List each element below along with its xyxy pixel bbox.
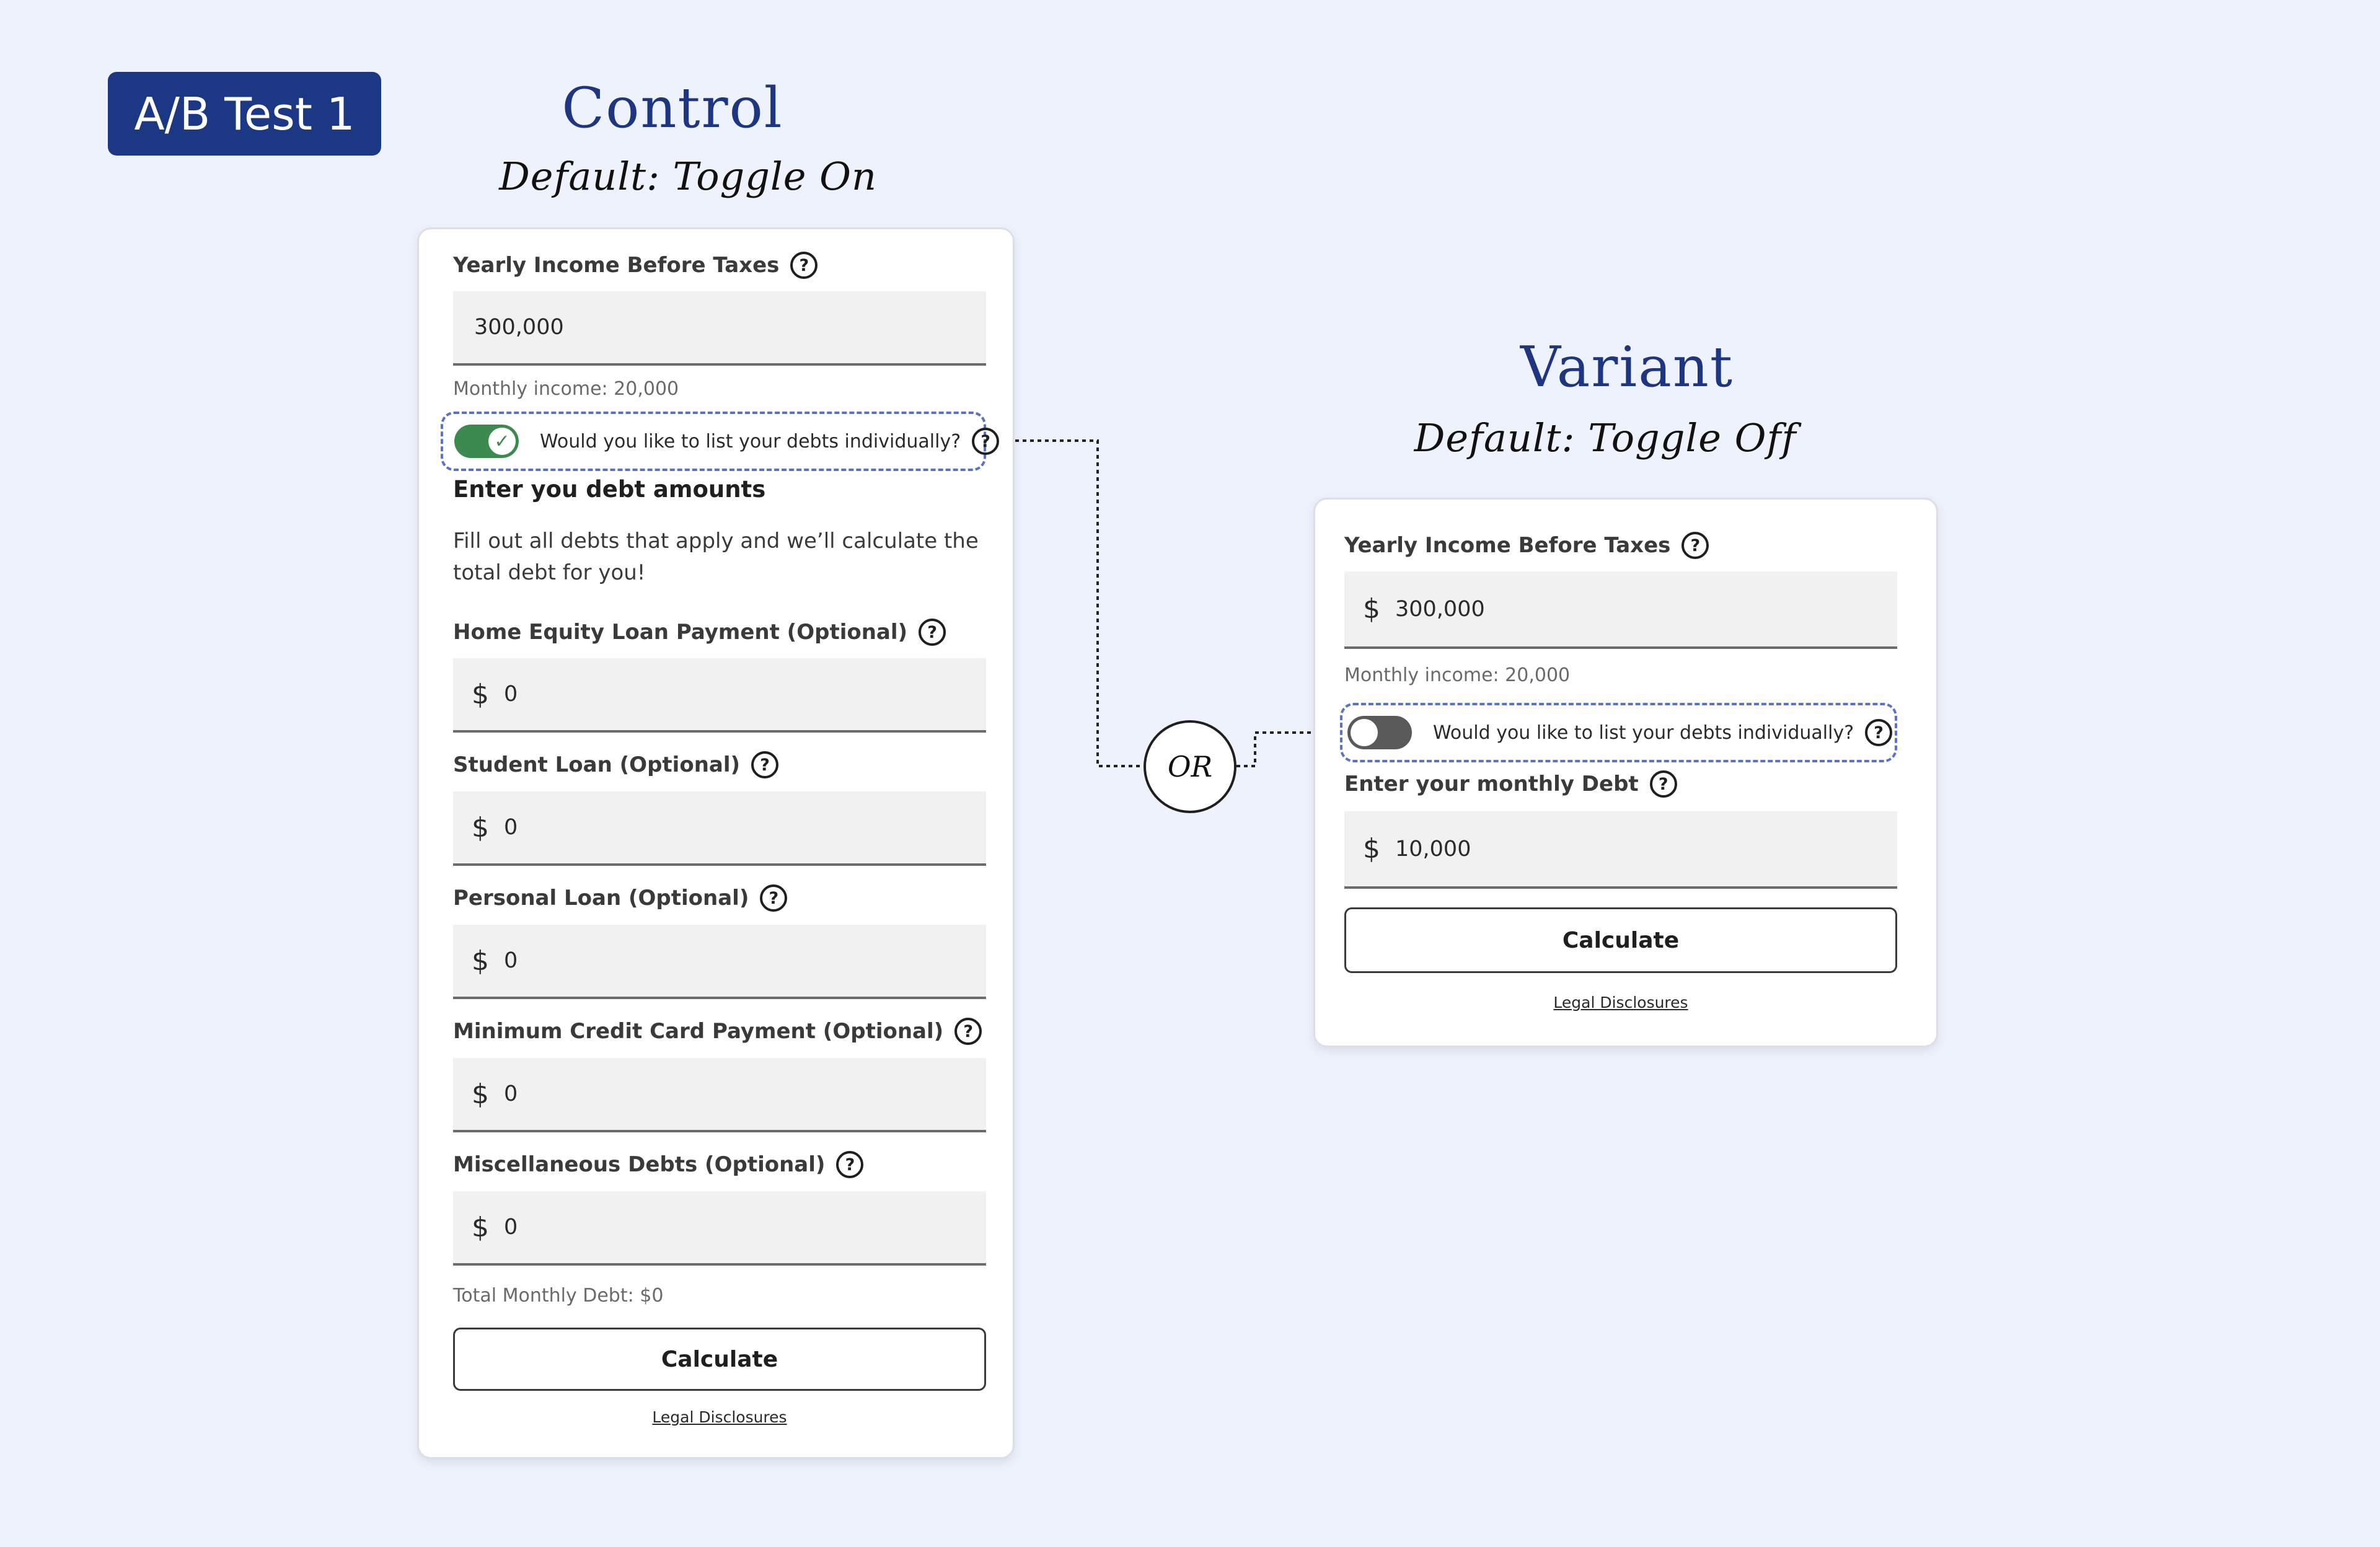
debt-label: Personal Loan (Optional) ? [453,883,788,913]
dollar-icon: $ [472,945,489,977]
misc-debts-field[interactable]: $ 0 [453,1191,986,1266]
control-legal-link[interactable]: Legal Disclosures [453,1408,986,1426]
debt-label: Miscellaneous Debts (Optional) ? [453,1150,864,1179]
dollar-icon: $ [472,811,489,844]
variant-toggle-text: Would you like to list your debts indivi… [1433,721,1854,744]
dollar-icon: $ [472,678,489,710]
income-value: 300,000 [474,315,564,340]
variant-toggle-row: Would you like to list your debts indivi… [1340,703,1897,762]
income-value: 300,000 [1395,596,1485,622]
help-icon[interactable]: ? [919,619,946,646]
toggle-knob [1351,719,1378,746]
dollar-icon: $ [1363,833,1380,865]
variant-debt-field[interactable]: $ 10,000 [1344,811,1897,889]
help-icon[interactable]: ? [836,1151,864,1178]
control-toggle-text: Would you like to list your debts indivi… [540,430,961,452]
control-total-debt: Total Monthly Debt: $0 [453,1285,664,1307]
debts-toggle-on[interactable]: ✓ [454,425,519,458]
debt-label-text: Miscellaneous Debts (Optional) [453,1152,826,1177]
variant-legal-link[interactable]: Legal Disclosures [1344,994,1897,1011]
help-icon[interactable]: ? [790,252,818,279]
debt-label: Minimum Credit Card Payment (Optional) ? [453,1016,982,1046]
control-income-label: Yearly Income Before Taxes ? [453,250,818,280]
debt-label-text: Personal Loan (Optional) [453,886,749,910]
control-income-field[interactable]: 300,000 [453,291,986,366]
income-label-text: Yearly Income Before Taxes [453,253,780,278]
debt-label-text: Enter your monthly Debt [1344,772,1639,796]
control-description: Fill out all debts that apply and we’ll … [453,529,979,585]
dollar-icon: $ [472,1211,489,1243]
variant-income-label: Yearly Income Before Taxes ? [1344,531,1709,560]
control-section-title: Enter you debt amounts [453,476,766,503]
help-icon[interactable]: ? [1681,532,1709,559]
debt-label-text: Minimum Credit Card Payment (Optional) [453,1019,944,1044]
variant-monthly-income: Monthly income: 20,000 [1344,664,1571,686]
debt-label: Student Loan (Optional) ? [453,750,779,780]
debt-label-text: Home Equity Loan Payment (Optional) [453,620,908,645]
field-value: 0 [504,682,518,707]
dollar-icon: $ [1363,593,1380,625]
field-value: 0 [504,948,518,973]
income-label-text: Yearly Income Before Taxes [1344,533,1671,558]
debt-label: Home Equity Loan Payment (Optional) ? [453,617,946,647]
field-value: 0 [504,815,518,840]
credit-card-field[interactable]: $ 0 [453,1058,986,1132]
help-icon[interactable]: ? [760,884,788,912]
variant-calculate-button[interactable]: Calculate [1344,907,1897,973]
field-value: 0 [504,1215,518,1240]
control-toggle-row: ✓ Would you like to list your debts indi… [441,412,1000,471]
help-icon[interactable]: ? [972,428,1000,455]
variant-debt-label: Enter your monthly Debt ? [1344,769,1677,799]
debt-value: 10,000 [1395,836,1471,862]
control-calculate-button[interactable]: Calculate [453,1328,986,1391]
help-icon[interactable]: ? [751,751,779,778]
home-equity-field[interactable]: $ 0 [453,658,986,733]
personal-loan-field[interactable]: $ 0 [453,925,986,999]
variant-income-field[interactable]: $ 300,000 [1344,571,1897,649]
help-icon[interactable]: ? [1865,719,1893,746]
student-loan-field[interactable]: $ 0 [453,791,986,866]
control-monthly-income: Monthly income: 20,000 [453,378,679,400]
help-icon[interactable]: ? [954,1018,982,1045]
dollar-icon: $ [472,1078,489,1110]
check-icon: ✓ [488,428,516,455]
debt-label-text: Student Loan (Optional) [453,752,741,777]
debts-toggle-off[interactable] [1347,716,1412,749]
or-circle: OR [1144,720,1236,813]
field-value: 0 [504,1082,518,1106]
help-icon[interactable]: ? [1649,770,1677,798]
